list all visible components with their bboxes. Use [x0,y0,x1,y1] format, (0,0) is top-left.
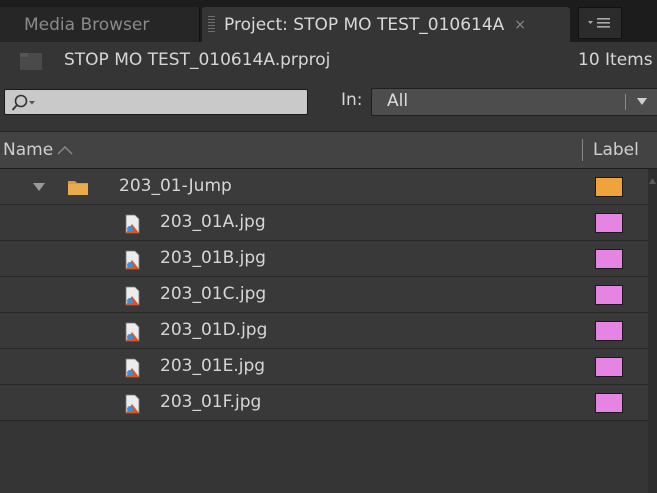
search-input[interactable] [4,89,308,115]
list-item-folder[interactable]: 203_01-Jump [0,169,648,205]
tab-project[interactable]: Project: STOP MO TEST_010614A × [202,7,570,42]
panel-menu-button[interactable] [578,7,622,39]
project-panel: Media Browser Project: STOP MO TEST_0106… [0,0,657,493]
list-item[interactable]: 203_01B.jpg [0,241,648,277]
image-file-icon [125,214,140,234]
list-item[interactable]: 203_01F.jpg [0,385,648,421]
tab-media-browser-label: Media Browser [24,14,150,35]
column-header: Name Label [0,131,657,169]
label-color-swatch[interactable] [595,177,623,197]
panel-tab-bar: Media Browser Project: STOP MO TEST_0106… [0,0,657,42]
column-header-label[interactable]: Label [593,140,639,160]
item-name: 203_01E.jpg [160,356,266,376]
label-color-swatch[interactable] [595,213,623,233]
folder-icon [68,181,88,195]
list-item[interactable]: 203_01E.jpg [0,349,648,385]
label-color-swatch[interactable] [595,393,623,413]
project-item-list: 203_01-Jump 203_01A.jpg 203_01B.jpg 203_… [0,169,648,493]
item-name: 203_01D.jpg [160,320,268,340]
column-header-name[interactable]: Name [3,140,53,160]
select-divider [625,94,626,110]
close-icon[interactable]: × [514,17,526,33]
label-color-swatch[interactable] [595,357,623,377]
list-item[interactable]: 203_01C.jpg [0,277,648,313]
item-count: 10 Items [578,50,653,70]
search-icon[interactable] [11,94,37,112]
list-item[interactable]: 203_01A.jpg [0,205,648,241]
list-item[interactable]: 203_01D.jpg [0,313,648,349]
column-divider[interactable] [582,139,583,161]
item-name: 203_01-Jump [119,176,232,196]
item-name: 203_01A.jpg [160,212,266,232]
scroll-up-arrow-icon[interactable] [649,178,656,184]
in-label: In: [341,90,363,110]
panel-menu-icon [588,18,610,28]
item-name: 203_01F.jpg [160,392,262,412]
project-file-name: STOP MO TEST_010614A.prproj [64,50,331,70]
tab-grip-icon[interactable] [208,16,215,33]
image-file-icon [125,250,140,270]
image-file-icon [125,394,140,414]
label-color-swatch[interactable] [595,285,623,305]
in-filter-select[interactable]: All [371,88,657,116]
label-color-swatch[interactable] [595,249,623,269]
vertical-scrollbar[interactable] [648,169,657,493]
image-file-icon [125,358,140,378]
tab-project-label: Project: STOP MO TEST_010614A [224,14,505,35]
chevron-down-icon [637,98,647,105]
label-color-swatch[interactable] [595,321,623,341]
in-filter-value: All [387,91,409,111]
sort-ascending-icon[interactable] [57,145,73,155]
item-name: 203_01B.jpg [160,248,266,268]
image-file-icon [125,286,140,306]
tab-media-browser[interactable]: Media Browser [0,7,200,42]
project-icon [20,53,42,70]
disclosure-triangle-icon[interactable] [33,183,45,192]
item-name: 203_01C.jpg [160,284,267,304]
image-file-icon [125,322,140,342]
